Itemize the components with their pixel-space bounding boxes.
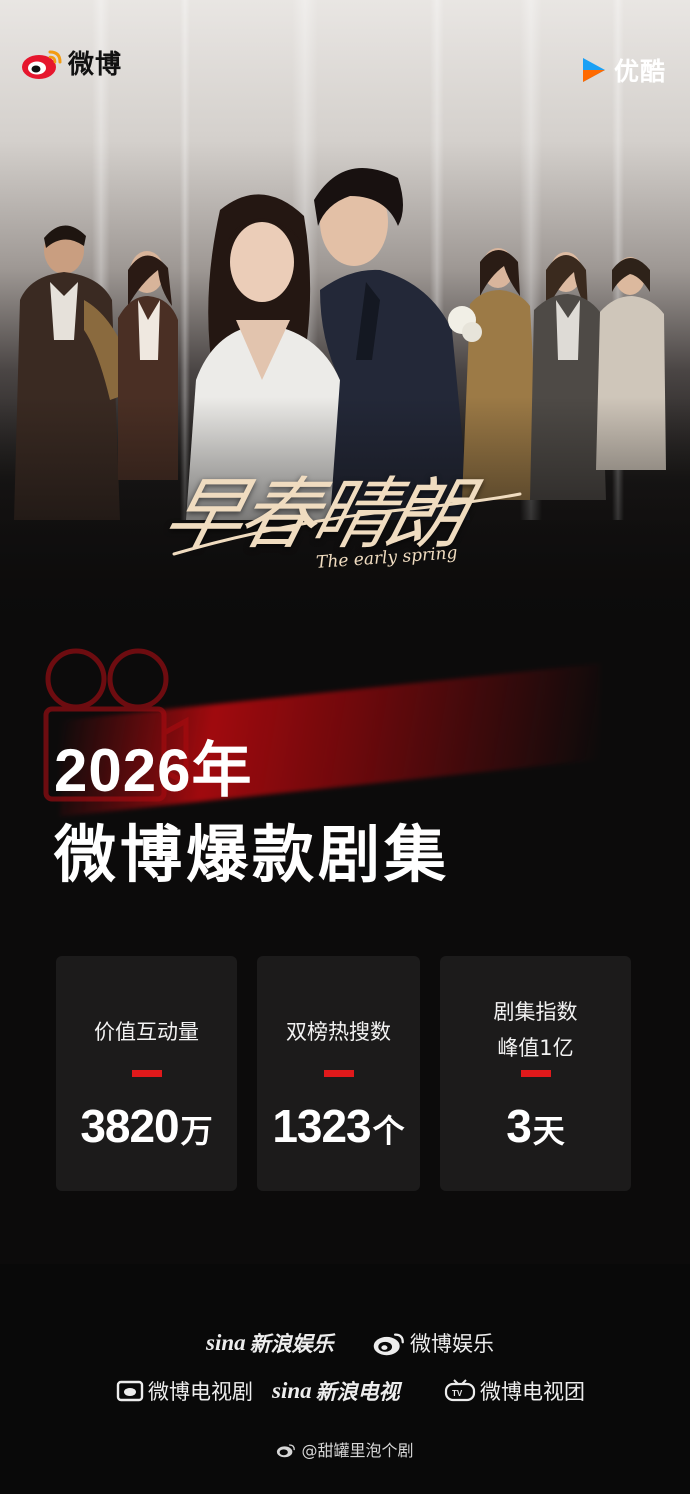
stat-label: 双榜热搜数: [286, 1020, 391, 1044]
brand-sina-tv: sina 新浪电视: [272, 1376, 400, 1406]
svg-text:TV: TV: [452, 1389, 463, 1398]
weibo-icon: [277, 1444, 296, 1458]
sina-icon: sina: [206, 1330, 246, 1355]
weibo-logo: 微博: [20, 44, 122, 81]
tv-icon: TV: [444, 1379, 476, 1402]
stat-value: 3820万: [80, 1100, 213, 1152]
stat-card-index-peak: 剧集指数 峰值1亿 3天: [440, 956, 631, 1191]
brand-text: 微博娱乐: [410, 1332, 494, 1356]
stat-card-interactions: 价值互动量 3820万: [56, 956, 237, 1191]
stat-divider: [520, 1070, 551, 1077]
brand-weibo-tv-drama: 微博电视剧: [116, 1376, 253, 1406]
headline-main: 微博爆款剧集: [54, 818, 451, 891]
brand-weibo-ent: 微博娱乐: [372, 1328, 494, 1358]
watermark-credit: @甜罐里泡个剧: [0, 1437, 690, 1461]
weibo-icon: [373, 1333, 404, 1356]
stat-divider: [131, 1070, 162, 1077]
hero-image: 微博 优酷 早春晴朗 The early spring: [0, 0, 690, 640]
title-brush-stroke: [172, 492, 522, 556]
brand-text: 新浪娱乐: [249, 1332, 334, 1356]
poster: 微博 优酷 早春晴朗 The early spring 2026年 微博爆款剧集…: [0, 0, 690, 1494]
stat-value: 3天: [506, 1100, 565, 1152]
stat-card-hot-search: 双榜热搜数 1323个: [257, 956, 420, 1191]
credit-text: @甜罐里泡个剧: [301, 1441, 414, 1460]
stat-label: 剧集指数: [493, 1000, 578, 1024]
stat-label: 价值互动量: [94, 1020, 199, 1044]
youku-play-icon: [582, 58, 605, 82]
brand-text: 新浪电视: [315, 1380, 400, 1404]
youku-logo-text: 优酷: [613, 57, 666, 86]
headline-year: 2026年: [54, 737, 253, 804]
stat-label: 峰值1亿: [497, 1036, 574, 1060]
brand-weibo-tv-group: TV 微博电视团: [444, 1376, 585, 1406]
stat-value: 1323个: [272, 1100, 405, 1152]
weibo-icon: [22, 50, 62, 79]
brand-text: 微博电视剧: [148, 1380, 253, 1404]
sina-icon: sina: [272, 1378, 312, 1403]
brand-text: 微博电视团: [480, 1380, 585, 1404]
tv-screen-icon: [116, 1380, 144, 1402]
brand-sina-ent: sina 新浪娱乐: [206, 1328, 334, 1358]
youku-logo: 优酷: [580, 52, 666, 88]
weibo-logo-text: 微博: [68, 50, 123, 80]
stat-divider: [323, 1070, 354, 1077]
